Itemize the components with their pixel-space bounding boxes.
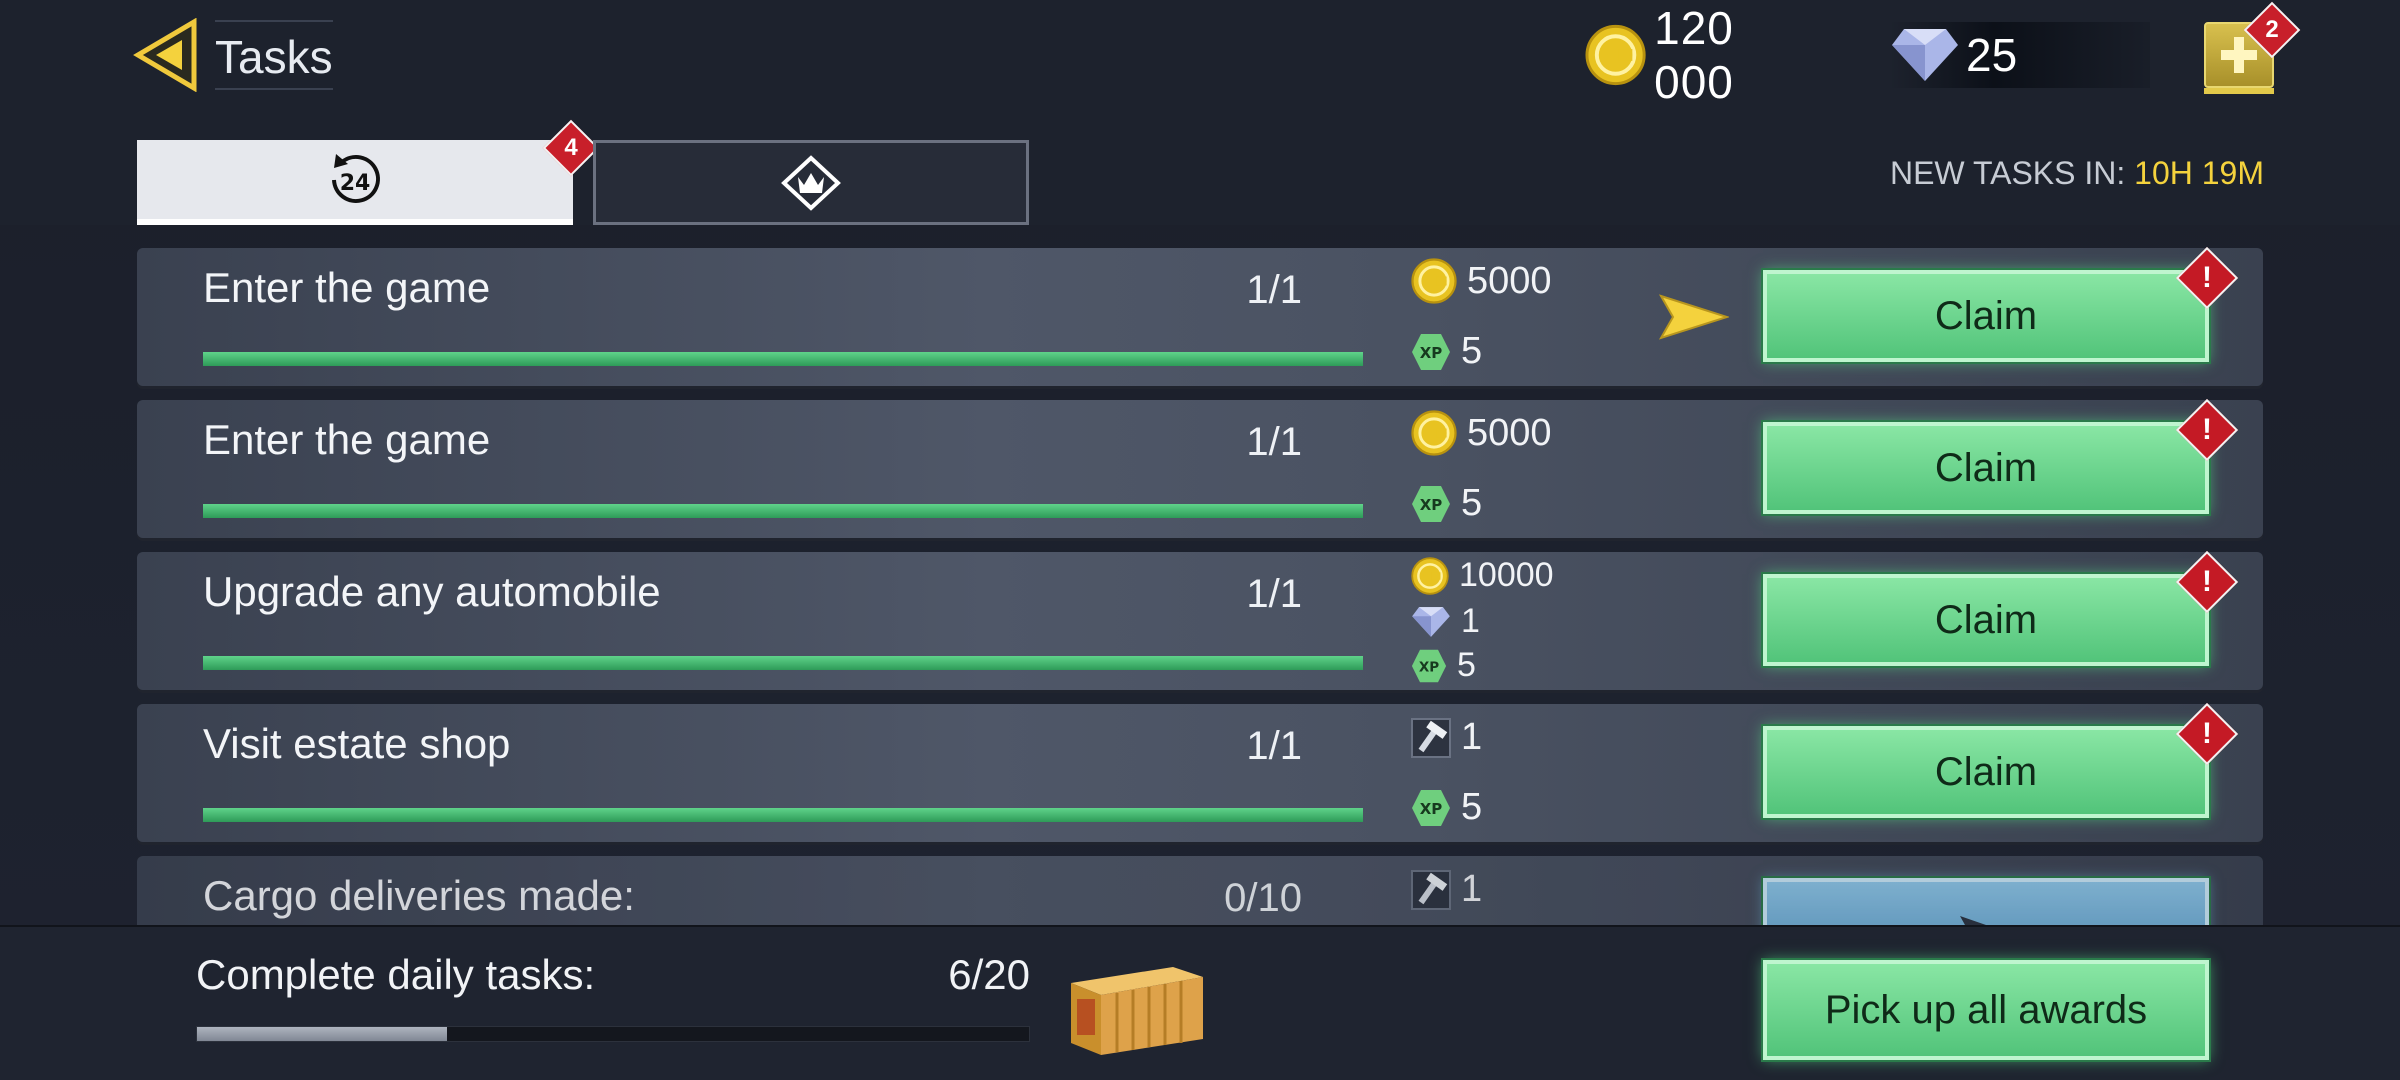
tab-elite[interactable] [593, 140, 1029, 225]
tutorial-pointer-icon [1659, 294, 1729, 340]
add-currency-button[interactable]: 2 [2204, 1, 2301, 94]
new-tasks-timer: NEW TASKS IN: 10H 19M [1889, 155, 2264, 191]
reward-gem: 1 [1411, 602, 1480, 641]
cargo-container-reward-icon[interactable] [1065, 959, 1207, 1059]
svg-text:XP: XP [1419, 659, 1439, 675]
xp-icon: XP [1412, 485, 1450, 522]
pick-up-all-button[interactable]: Pick up all awards [1761, 958, 2211, 1062]
claim-button[interactable]: Claim [1761, 268, 2211, 364]
coin-icon [1411, 556, 1449, 595]
reward-coin: 5000 [1411, 258, 1552, 304]
reward-xp: XP 5 [1411, 330, 1482, 373]
task-name: Enter the game [203, 416, 491, 463]
hammer-icon [1411, 869, 1451, 910]
gem-icon [1892, 29, 1958, 81]
xp-icon: XP [1412, 789, 1450, 826]
task-progress: 1/1 [1246, 572, 1302, 616]
coin-icon [1411, 410, 1457, 456]
task-progress: 1/1 [1246, 420, 1302, 464]
tab-daily[interactable]: 24 4 [137, 119, 600, 225]
top-bar: Tasks 120 000 25 2 24 4 NEW TASKS IN: 10… [0, 0, 2400, 225]
go-arrow-icon [1960, 916, 1986, 925]
daily-tasks-label: Complete daily tasks: [196, 951, 596, 998]
task-name: Upgrade any automobile [203, 568, 661, 615]
coin-balance: 120 000 [1585, 2, 1825, 108]
daily-tasks-progress-bar [196, 1026, 1030, 1042]
svg-text:XP: XP [1420, 800, 1443, 818]
task-progress: 1/1 [1246, 724, 1302, 768]
crown-diamond-icon [781, 154, 841, 211]
task-row: Visit estate shop 1/1 1 XP 5 Claim ! [137, 702, 2263, 842]
reward-coin: 5000 [1411, 410, 1552, 456]
gem-icon [1412, 606, 1450, 637]
task-progress: 1/1 [1246, 268, 1302, 312]
reward-hammer: 1 [1411, 716, 1482, 759]
task-name: Cargo deliveries made: [203, 872, 635, 919]
task-row: Upgrade any automobile 1/1 10000 1 XP 5 … [137, 550, 2263, 690]
svg-text:XP: XP [1420, 344, 1443, 362]
reward-hammer: 1 [1411, 868, 1482, 911]
task-name: Enter the game [203, 264, 491, 311]
svg-text:24: 24 [340, 171, 371, 196]
task-progress-bar [203, 808, 1363, 822]
go-button[interactable] [1761, 876, 2211, 925]
hammer-icon [1411, 717, 1451, 758]
reward-xp: XP 5 [1411, 786, 1482, 829]
coin-icon [1411, 258, 1457, 304]
coin-amount: 120 000 [1654, 2, 1734, 108]
coin-icon [1585, 24, 1646, 86]
claim-button[interactable]: Claim [1761, 724, 2211, 820]
gem-amount: 25 [1966, 29, 2018, 81]
daily-tasks-footer: Complete daily tasks: 6/20 Pick up all a… [0, 925, 2400, 1080]
page-title: Tasks [215, 20, 333, 90]
timer-value: 10H 19M [2134, 155, 2264, 191]
reward-xp: XP 5 [1411, 482, 1482, 525]
tab-badge: 4 [542, 119, 600, 177]
task-list[interactable]: Enter the game 1/1 5000 XP 5 Claim ! Ent… [0, 225, 2400, 925]
daily-tasks-count: 6/20 [948, 951, 1030, 998]
svg-text:XP: XP [1420, 496, 1443, 514]
back-arrow-icon[interactable] [130, 18, 204, 92]
claim-button[interactable]: Claim [1761, 420, 2211, 516]
xp-icon: XP [1412, 333, 1450, 370]
task-progress: 0/10 [1224, 876, 1302, 920]
claim-button[interactable]: Claim [1761, 572, 2211, 668]
task-row: Cargo deliveries made: 0/10 1 [137, 856, 2263, 925]
24h-clock-icon: 24 [332, 153, 380, 203]
task-progress-bar [203, 352, 1363, 366]
task-progress-bar [203, 504, 1363, 518]
reward-coin: 10000 [1411, 556, 1554, 595]
xp-icon: XP [1411, 649, 1447, 682]
reward-xp: XP 5 [1411, 646, 1476, 685]
gem-balance: 25 [1890, 22, 2150, 88]
task-row: Enter the game 1/1 5000 XP 5 Claim ! [137, 398, 2263, 538]
task-name: Visit estate shop [203, 720, 511, 767]
task-row: Enter the game 1/1 5000 XP 5 Claim ! [137, 246, 2263, 386]
task-progress-bar [203, 656, 1363, 670]
